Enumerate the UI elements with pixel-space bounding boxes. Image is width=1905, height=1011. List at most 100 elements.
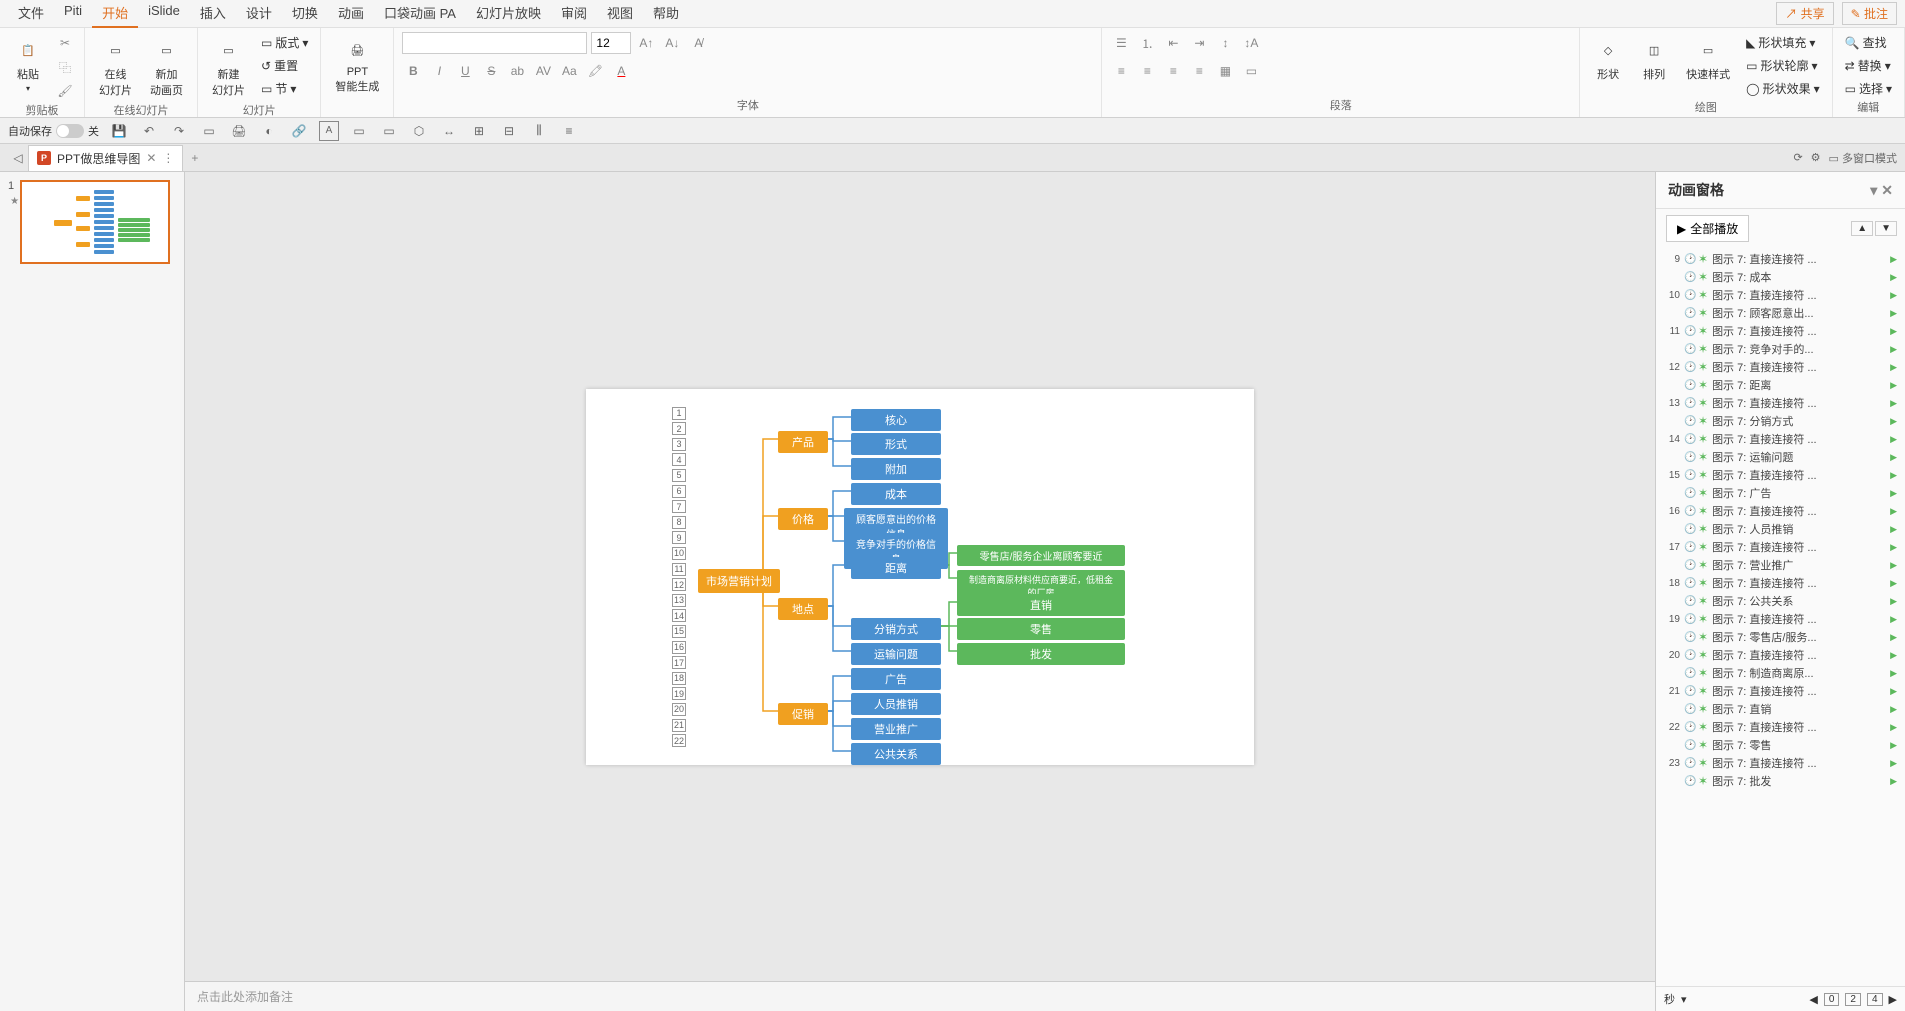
play-icon[interactable]: ▶: [1890, 758, 1897, 769]
play-icon[interactable]: ▶: [1890, 578, 1897, 589]
slide-thumbnail-1[interactable]: 1 ★: [8, 180, 176, 264]
mindmap-node[interactable]: 地点: [778, 598, 828, 620]
animation-item[interactable]: 17🕑✶图示 7: 直接连接符 ...▶: [1662, 538, 1899, 556]
align-right-button[interactable]: ≡: [1162, 60, 1184, 82]
mindmap-node[interactable]: 直销: [957, 594, 1125, 616]
mindmap-node[interactable]: 附加: [851, 458, 941, 480]
font-color-button[interactable]: A: [610, 60, 632, 82]
spacing-button[interactable]: AV: [532, 60, 554, 82]
play-icon[interactable]: ▶: [1890, 704, 1897, 715]
arrange-button[interactable]: ◫排列: [1634, 32, 1674, 86]
comment-button[interactable]: ✎ 批注: [1842, 2, 1897, 25]
animation-item[interactable]: 14🕑✶图示 7: 直接连接符 ...▶: [1662, 430, 1899, 448]
animation-item[interactable]: 🕑✶图示 7: 直销▶: [1662, 700, 1899, 718]
play-icon[interactable]: ▶: [1890, 650, 1897, 661]
indent-dec-button[interactable]: ⇤: [1162, 32, 1184, 54]
document-tab[interactable]: P PPT做思维导图 ✕ ⋮: [28, 145, 183, 171]
play-icon[interactable]: ▶: [1890, 740, 1897, 751]
menu-item-5[interactable]: 设计: [236, 0, 282, 28]
quick-style-button[interactable]: ▭快速样式: [1680, 32, 1736, 86]
animation-item[interactable]: 12🕑✶图示 7: 直接连接符 ...▶: [1662, 358, 1899, 376]
animation-item[interactable]: 21🕑✶图示 7: 直接连接符 ...▶: [1662, 682, 1899, 700]
text-direction-button[interactable]: ↕A: [1240, 32, 1262, 54]
play-icon[interactable]: ▶: [1890, 506, 1897, 517]
animation-item[interactable]: 🕑✶图示 7: 批发▶: [1662, 772, 1899, 790]
online-slides-button[interactable]: ▭ 在线 幻灯片: [93, 32, 138, 102]
menu-item-10[interactable]: 审阅: [551, 0, 597, 28]
mindmap-node[interactable]: 形式: [851, 433, 941, 455]
mindmap-node[interactable]: 批发: [957, 643, 1125, 665]
menu-item-8[interactable]: 口袋动画 PA: [374, 0, 466, 28]
animation-item[interactable]: 🕑✶图示 7: 分销方式▶: [1662, 412, 1899, 430]
animation-item[interactable]: 🕑✶图示 7: 制造商离原...▶: [1662, 664, 1899, 682]
play-icon[interactable]: ▶: [1890, 524, 1897, 535]
change-case-button[interactable]: Aa: [558, 60, 580, 82]
undo-button[interactable]: ↶: [139, 121, 159, 141]
menu-item-6[interactable]: 切换: [282, 0, 328, 28]
play-icon[interactable]: ▶: [1890, 596, 1897, 607]
animation-item[interactable]: 19🕑✶图示 7: 直接连接符 ...▶: [1662, 610, 1899, 628]
notes-area[interactable]: 点击此处添加备注: [185, 981, 1655, 1011]
smartart-button[interactable]: ▭: [1240, 60, 1262, 82]
menu-item-1[interactable]: Piti: [54, 0, 92, 28]
multi-window-button[interactable]: ▭ 多窗口模式: [1829, 150, 1897, 166]
reset-button[interactable]: ↺ 重置: [257, 55, 312, 76]
align-justify-button[interactable]: ≡: [1188, 60, 1210, 82]
qat-btn-12[interactable]: ↔: [439, 121, 459, 141]
redo-button[interactable]: ↷: [169, 121, 189, 141]
animation-item[interactable]: 🕑✶图示 7: 距离▶: [1662, 376, 1899, 394]
mindmap-node[interactable]: 距离: [851, 557, 941, 579]
qat-btn-9[interactable]: ▭: [349, 121, 369, 141]
animation-item[interactable]: 🕑✶图示 7: 营业推广▶: [1662, 556, 1899, 574]
mindmap-node[interactable]: 核心: [851, 409, 941, 431]
textbox-button[interactable]: A: [319, 121, 339, 141]
mindmap-node[interactable]: 人员推销: [851, 693, 941, 715]
play-icon[interactable]: ▶: [1890, 362, 1897, 373]
from-beginning-button[interactable]: ▭: [199, 121, 219, 141]
shape-outline-button[interactable]: ▭ 形状轮廓 ▾: [1742, 55, 1823, 76]
animation-item[interactable]: 10🕑✶图示 7: 直接连接符 ...▶: [1662, 286, 1899, 304]
mindmap-node[interactable]: 公共关系: [851, 743, 941, 765]
italic-button[interactable]: I: [428, 60, 450, 82]
mindmap-node[interactable]: 营业推广: [851, 718, 941, 740]
menu-item-9[interactable]: 幻灯片放映: [466, 0, 551, 28]
animation-item[interactable]: 🕑✶图示 7: 广告▶: [1662, 484, 1899, 502]
auto-save-toggle[interactable]: 自动保存 关: [8, 123, 99, 139]
animation-item[interactable]: 🕑✶图示 7: 顾客愿意出...▶: [1662, 304, 1899, 322]
mindmap-node[interactable]: 广告: [851, 668, 941, 690]
animation-item[interactable]: 🕑✶图示 7: 公共关系▶: [1662, 592, 1899, 610]
select-button[interactable]: ▭ 选择 ▾: [1841, 78, 1896, 99]
replace-button[interactable]: ⇄ 替换 ▾: [1841, 55, 1896, 76]
menu-item-3[interactable]: iSlide: [138, 0, 190, 28]
shadow-button[interactable]: ab: [506, 60, 528, 82]
play-icon[interactable]: ▶: [1890, 488, 1897, 499]
qat-btn-16[interactable]: ≡: [559, 121, 579, 141]
section-button[interactable]: ▭ 节 ▾: [257, 78, 312, 99]
play-icon[interactable]: ▶: [1890, 686, 1897, 697]
tabbar-icon-2[interactable]: ⚙: [1811, 151, 1821, 164]
animation-item[interactable]: 20🕑✶图示 7: 直接连接符 ...▶: [1662, 646, 1899, 664]
play-icon[interactable]: ▶: [1890, 380, 1897, 391]
play-icon[interactable]: ▶: [1890, 560, 1897, 571]
qat-btn-14[interactable]: ⊟: [499, 121, 519, 141]
bullets-button[interactable]: ☰: [1110, 32, 1132, 54]
increase-font-button[interactable]: A↑: [635, 32, 657, 54]
mindmap-node[interactable]: 价格: [778, 508, 828, 530]
play-icon[interactable]: ▶: [1890, 722, 1897, 733]
underline-button[interactable]: U: [454, 60, 476, 82]
align-center-button[interactable]: ≡: [1136, 60, 1158, 82]
mindmap-node[interactable]: 运输问题: [851, 643, 941, 665]
move-up-button[interactable]: ▲: [1851, 221, 1873, 236]
animation-item[interactable]: 🕑✶图示 7: 零售▶: [1662, 736, 1899, 754]
cut-button[interactable]: ✂: [54, 32, 76, 54]
play-icon[interactable]: ▶: [1890, 434, 1897, 445]
menu-item-12[interactable]: 帮助: [643, 0, 689, 28]
play-icon[interactable]: ▶: [1890, 542, 1897, 553]
pane-dropdown-icon[interactable]: ▾: [1870, 182, 1877, 199]
animation-item[interactable]: 18🕑✶图示 7: 直接连接符 ...▶: [1662, 574, 1899, 592]
qat-btn-13[interactable]: ⊞: [469, 121, 489, 141]
save-button[interactable]: 💾: [109, 121, 129, 141]
play-icon[interactable]: ▶: [1890, 470, 1897, 481]
mindmap-node[interactable]: 零售: [957, 618, 1125, 640]
animation-item[interactable]: 16🕑✶图示 7: 直接连接符 ...▶: [1662, 502, 1899, 520]
